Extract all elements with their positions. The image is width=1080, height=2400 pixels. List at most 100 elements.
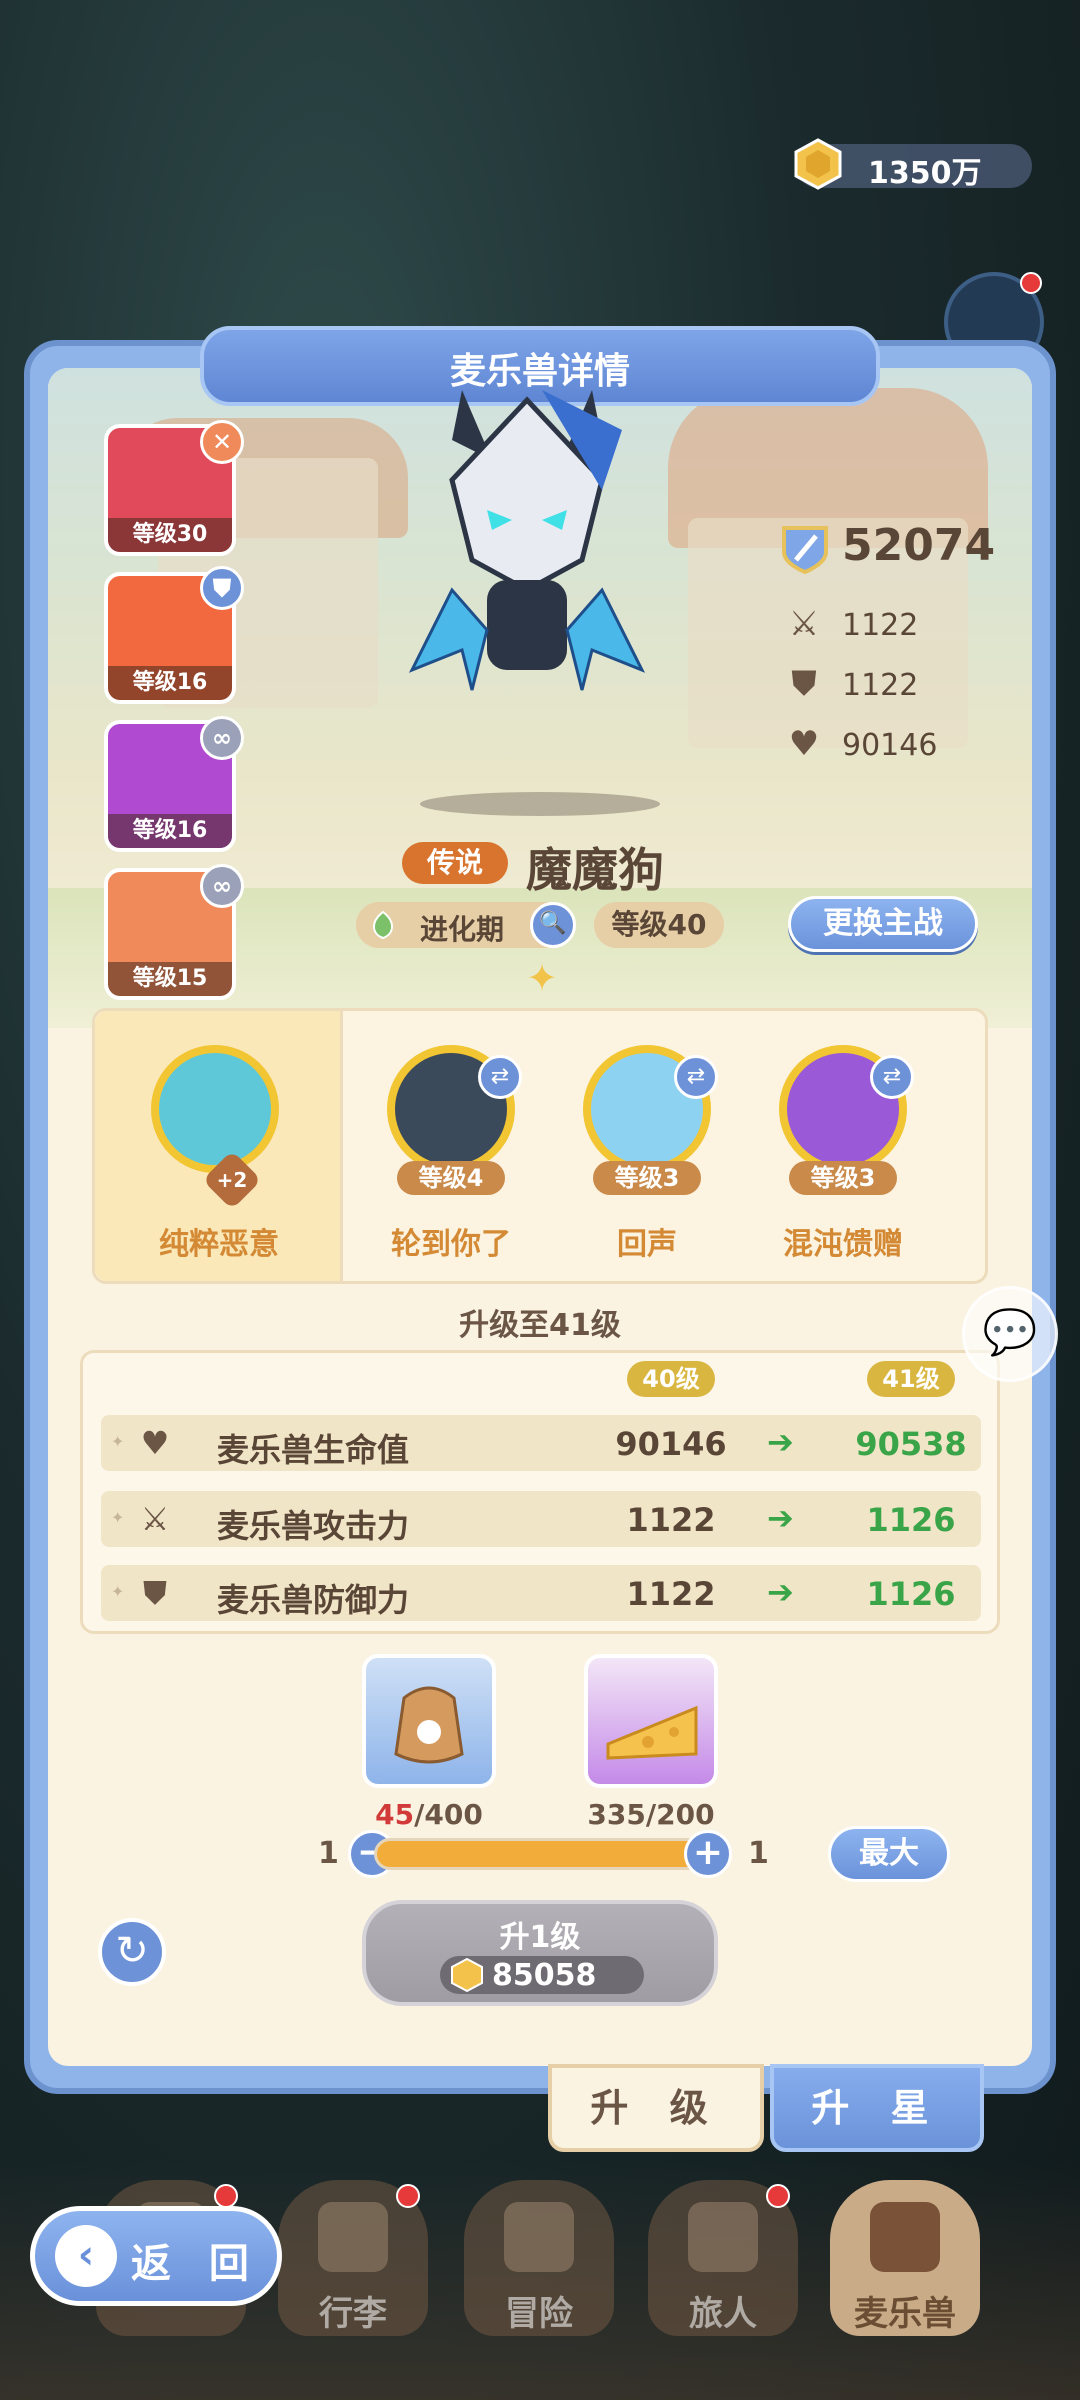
gold-coin-icon [794, 138, 842, 190]
remove-icon[interactable]: ✕ [200, 420, 244, 464]
plus-button[interactable]: + [684, 1830, 732, 1878]
swords-icon: ⚔ [788, 604, 820, 644]
pet-skills-panel: +2 纯粹恶意 ⇄ 等级4 轮到你了 ⇄ 等级3 回声 ⇄ 等级3 混沌馈赠 [92, 1008, 988, 1284]
gold-coin-icon [451, 1958, 483, 1992]
swap-icon[interactable]: ⇄ [478, 1055, 522, 1099]
bullet-icon: ✦ [111, 1432, 125, 1451]
slider-max-value: 1 [748, 1836, 769, 1871]
food-bag-icon [394, 1686, 464, 1764]
shield-badge-icon: ⛊ [200, 566, 244, 610]
skill-level: 等级16 [108, 666, 232, 700]
nav-item-pets[interactable]: 麦乐兽 [830, 2180, 980, 2336]
link-badge-icon: ∞ [200, 716, 244, 760]
table-row: ✦ ♥ 麦乐兽生命值 90146 ➔ 90538 [101, 1415, 981, 1471]
heart-icon: ♥ [140, 1424, 170, 1462]
currency-amount: 1350万 [868, 156, 982, 191]
level-up-cost: 85058 [440, 1956, 644, 1994]
notification-dot [1020, 272, 1042, 294]
skill-name: 混沌馈赠 [783, 1227, 903, 1262]
cost-value: 85058 [492, 1958, 597, 1993]
quantity-slider[interactable] [374, 1838, 704, 1870]
pet-name: 魔魔狗 [526, 843, 664, 897]
heart-icon: ♥ [788, 724, 820, 764]
swap-icon[interactable]: ⇄ [674, 1055, 718, 1099]
next-level-chip: 41级 [867, 1361, 955, 1397]
back-button[interactable]: ‹ 返 回 [30, 2206, 282, 2306]
swords-icon: ⚔ [140, 1500, 170, 1538]
nav-item-adventure[interactable]: 冒险 [464, 2180, 614, 2336]
combat-power-icon [782, 526, 828, 575]
main-skill-name: 纯粹恶意 [159, 1227, 279, 1262]
skill-name: 轮到你了 [391, 1227, 511, 1262]
material-count: 335/200 [587, 1798, 715, 1831]
evolution-label: 进化期 [420, 913, 505, 946]
hp-value: 90146 [842, 728, 938, 763]
nav-label: 冒险 [505, 2294, 573, 2334]
bullet-icon: ✦ [111, 1508, 125, 1527]
arrow-right-icon: ➔ [767, 1499, 794, 1537]
cheese-icon[interactable] [584, 1654, 718, 1788]
skill-level: 等级3 [593, 1161, 701, 1195]
defense-value: 1122 [842, 668, 919, 703]
pet-character [408, 390, 646, 691]
tab-upgrade[interactable]: 升 级 [548, 2064, 764, 2152]
link-badge-icon: ∞ [200, 864, 244, 908]
skill-level: 等级4 [397, 1161, 505, 1195]
reset-icon[interactable]: ↻ [98, 1918, 166, 1986]
rarity-badge: 传说 [402, 842, 508, 884]
swap-icon[interactable]: ⇄ [870, 1055, 914, 1099]
material-count: 45/400 [375, 1798, 483, 1831]
notification-dot [766, 2184, 790, 2208]
back-label: 返 回 [131, 2241, 261, 2287]
backpack-icon [318, 2202, 388, 2272]
nav-label: 麦乐兽 [854, 2294, 956, 2334]
shield-icon: ⛊ [791, 664, 817, 704]
current-value: 1122 [626, 1575, 716, 1613]
shield-icon: ⛊ [142, 1574, 167, 1612]
tab-star-up[interactable]: 升 星 [770, 2064, 984, 2152]
cheese-icon [606, 1705, 698, 1760]
nav-item-bag[interactable]: 行李 [278, 2180, 428, 2336]
skill-plus-badge: +2 [202, 1150, 262, 1210]
notification-dot [214, 2184, 238, 2208]
current-value: 1122 [626, 1501, 716, 1539]
switch-main-pet-button[interactable]: 更换主战 [788, 896, 978, 952]
traveler-icon [688, 2202, 758, 2272]
next-value: 1126 [866, 1575, 956, 1613]
skill-level: 等级30 [108, 518, 232, 552]
nav-label: 行李 [319, 2294, 387, 2334]
max-button[interactable]: 最大 [828, 1826, 950, 1882]
back-arrow-icon: ‹ [55, 2225, 117, 2287]
next-value: 90538 [855, 1425, 967, 1463]
pet-level: 等级40 [594, 902, 724, 948]
magnifier-icon[interactable]: 🔍 [530, 902, 576, 948]
arrow-right-icon: ➔ [767, 1573, 794, 1611]
crossed-swords-icon [504, 2202, 574, 2272]
main-skill-icon [151, 1045, 279, 1173]
arrow-right-icon: ➔ [767, 1423, 794, 1461]
skill-level: 等级15 [108, 962, 232, 996]
stat-comparison-table: 40级 41级 ✦ ♥ 麦乐兽生命值 90146 ➔ 90538 ✦ ⚔ 麦乐兽… [80, 1350, 1000, 1634]
main-skill-slot[interactable]: +2 纯粹恶意 [95, 1011, 343, 1281]
table-row: ✦ ⚔ 麦乐兽攻击力 1122 ➔ 1126 [101, 1491, 981, 1547]
stat-label: 麦乐兽防御力 [217, 1581, 410, 1619]
attack-value: 1122 [842, 608, 919, 643]
current-level-chip: 40级 [627, 1361, 715, 1397]
chat-icon[interactable]: 💬 [962, 1286, 1058, 1382]
current-value: 90146 [615, 1425, 727, 1463]
combat-power-value: 52074 [842, 520, 996, 571]
nav-item-travelers[interactable]: 旅人 [648, 2180, 798, 2336]
notification-dot [396, 2184, 420, 2208]
stat-label: 麦乐兽生命值 [217, 1431, 410, 1469]
level-up-button[interactable]: 升1级 85058 [362, 1900, 718, 2006]
slider-min-value: 1 [318, 1836, 339, 1871]
skill-name: 回声 [617, 1227, 677, 1262]
pet-shadow [420, 792, 660, 816]
upgrade-heading: 升级至41级 [459, 1308, 621, 1343]
table-row: ✦ ⛊ 麦乐兽防御力 1122 ➔ 1126 [101, 1565, 981, 1621]
next-value: 1126 [866, 1501, 956, 1539]
food-bag-icon[interactable] [362, 1654, 496, 1788]
bullet-icon: ✦ [111, 1582, 125, 1601]
star-icon: ✦ [526, 956, 558, 1000]
fox-icon [870, 2202, 940, 2272]
